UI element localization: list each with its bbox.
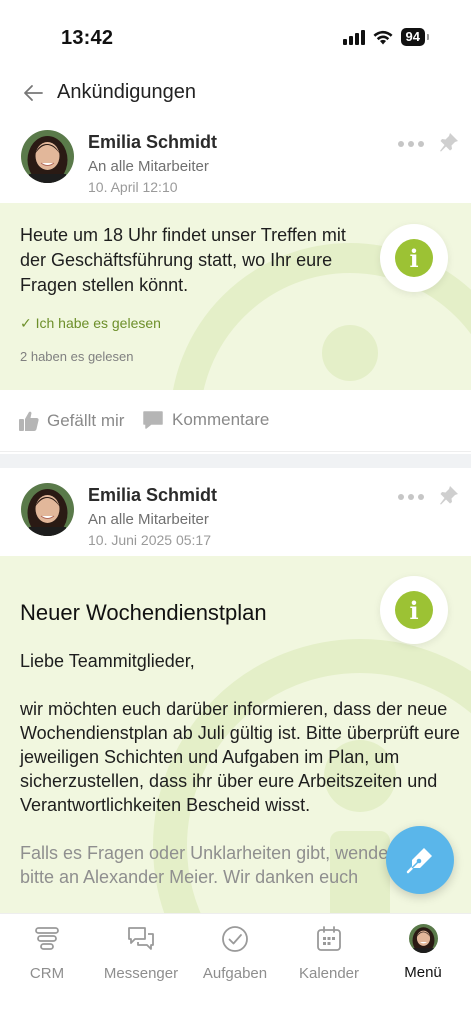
tab-kalender[interactable]: Kalender	[282, 924, 376, 982]
post-body: i Heute um 18 Uhr findet unser Treffen m…	[0, 203, 471, 390]
post-date: 10. April 12:10	[88, 179, 178, 195]
signal-icon	[342, 29, 365, 45]
tab-label: Aufgaben	[202, 965, 268, 982]
tab-label: Kalender	[298, 965, 360, 982]
pin-icon[interactable]	[438, 484, 460, 506]
read-count[interactable]: 2 haben es gelesen	[20, 349, 133, 364]
chat-bubbles-icon	[128, 927, 154, 950]
avatar	[408, 924, 438, 953]
like-button[interactable]: Gefällt mir	[18, 410, 124, 432]
calendar-icon	[317, 926, 341, 951]
post-date: 10. Juni 2025 05:17	[88, 532, 211, 548]
comment-label: Kommentare	[172, 410, 270, 429]
check-circle-icon	[222, 926, 248, 952]
battery-indicator: 94	[400, 28, 425, 46]
tab-menu[interactable]: Menü	[376, 924, 470, 981]
status-time: 13:42	[61, 27, 114, 49]
thumbs-up-icon	[19, 411, 39, 431]
like-label: Gefällt mir	[47, 411, 125, 430]
battery-tip	[427, 34, 429, 40]
post-paragraph: wir möchten euch darüber informieren, da…	[20, 699, 460, 815]
post-header: Emilia Schmidt An alle Mitarbeiter 10. J…	[0, 476, 471, 556]
post-author[interactable]: Emilia Schmidt	[88, 132, 217, 153]
wifi-icon	[373, 30, 393, 44]
comment-icon	[143, 411, 163, 429]
post-greeting: Liebe Teammitglieder,	[20, 651, 195, 671]
tab-bar: CRM Messenger Aufgaben Kalender Menü	[0, 914, 471, 1024]
crm-stack-icon	[35, 927, 59, 950]
post-separator	[0, 454, 471, 468]
read-confirmation[interactable]: ✓ Ich habe es gelesen	[20, 315, 161, 332]
tab-label: Messenger	[103, 965, 179, 982]
status-bar: 13:42 94	[0, 0, 471, 70]
avatar[interactable]	[21, 130, 74, 183]
avatar[interactable]	[21, 483, 74, 536]
announcement-post: Emilia Schmidt An alle Mitarbeiter 10. A…	[0, 123, 471, 452]
more-dots-icon[interactable]	[398, 492, 424, 502]
pin-icon[interactable]	[438, 131, 460, 153]
page-title: Ankündigungen	[57, 81, 197, 103]
compose-button[interactable]	[386, 826, 454, 894]
tab-label: CRM	[29, 965, 65, 982]
more-dots-icon[interactable]	[398, 139, 424, 149]
post-text: Heute um 18 Uhr findet unser Treffen mit…	[20, 225, 346, 295]
tab-aufgaben[interactable]: Aufgaben	[188, 924, 282, 982]
tab-crm[interactable]: CRM	[0, 924, 94, 982]
arrow-left-icon[interactable]	[20, 80, 46, 106]
tab-label: Menü	[404, 964, 442, 981]
post-audience: An alle Mitarbeiter	[88, 511, 209, 528]
info-icon: i	[380, 576, 448, 644]
post-header: Emilia Schmidt An alle Mitarbeiter 10. A…	[0, 123, 471, 203]
post-actions: Gefällt mir Kommentare	[0, 390, 471, 452]
post-author[interactable]: Emilia Schmidt	[88, 485, 217, 506]
post-title: Neuer Wochendienstplan	[20, 600, 267, 625]
page-header: Ankündigungen	[0, 70, 471, 116]
pen-icon	[406, 848, 432, 874]
info-icon: i	[380, 224, 448, 292]
tab-messenger[interactable]: Messenger	[94, 924, 188, 982]
post-audience: An alle Mitarbeiter	[88, 158, 209, 175]
comment-button[interactable]: Kommentare	[142, 410, 269, 430]
status-icons: 94	[342, 28, 429, 46]
